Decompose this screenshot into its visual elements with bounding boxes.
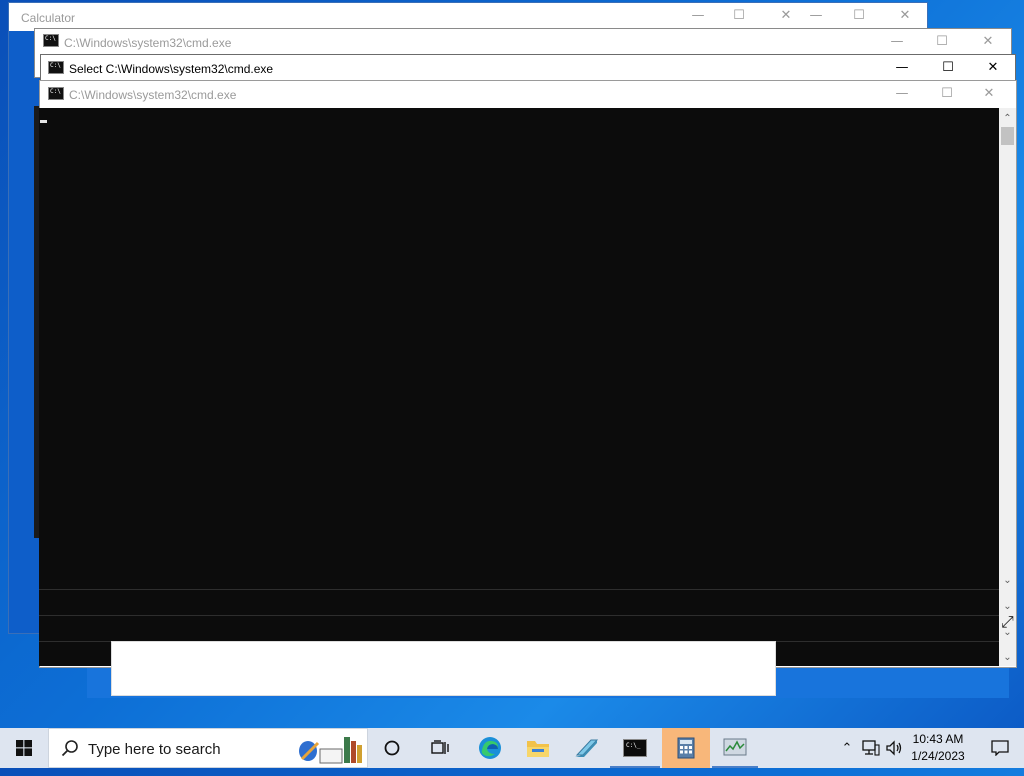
windows-logo-icon [16,740,32,756]
cmd-select-maximize-button[interactable]: ☐ [925,55,971,81]
taskbar: Type here to search C:\_ ⌃ 10:43 AM 1/24… [0,728,1024,768]
cmd-icon [48,61,64,74]
show-hidden-icons-button[interactable]: ⌃ [838,728,856,768]
search-placeholder: Type here to search [88,741,221,758]
console-output-area[interactable] [39,108,999,666]
action-center-button[interactable] [976,728,1024,768]
calculator-taskbar-button[interactable] [662,728,710,768]
cmd-front-close-button[interactable]: ✕ [966,81,1012,107]
chevron-up-icon: ⌃ [841,741,853,756]
cmd-front-title: C:\Windows\system32\cmd.exe [69,88,237,102]
task-view-icon [431,740,449,754]
search-icon [61,740,78,757]
file-explorer-icon [527,741,549,757]
cmd-back-maximize-button[interactable]: ☐ [919,29,965,55]
volume-button[interactable] [884,728,906,768]
cmd-front-maximize-button[interactable]: ☐ [924,81,970,107]
notification-icon [991,740,1009,757]
calculator-titlebar[interactable]: Calculator — ☐ ✕ — ☐ ✕ [9,3,927,31]
calculator-maximize-button[interactable]: ☐ [716,3,762,29]
cmd-select-title: Select C:\Windows\system32\cmd.exe [69,62,274,76]
network-button[interactable] [860,728,882,768]
search-highlight-icon [299,737,362,764]
scroll-up-arrow-icon[interactable]: ⌃ [999,110,1016,127]
calculator-maximize-button-2[interactable]: ☐ [836,3,882,29]
cmd-back-titlebar[interactable]: C:\Windows\system32\cmd.exe — ☐ ✕ [35,29,1011,55]
task-manager-icon [723,738,747,756]
volume-icon [886,740,902,756]
task-view-button[interactable] [416,728,464,768]
scroll-down-arrow-icon[interactable]: ⌄ [999,649,1016,666]
taskbar-search-box[interactable]: Type here to search [48,728,368,768]
edge-icon [479,737,501,759]
cortana-button[interactable] [368,728,416,768]
cmd-icon [48,87,64,100]
task-manager-taskbar-button[interactable] [712,728,758,768]
blank-popup [111,641,776,696]
clock-date: 1/24/2023 [911,749,965,763]
scroll-thumb[interactable] [1001,127,1014,145]
notepad-taskbar-button[interactable] [562,728,610,768]
clock[interactable]: 10:43 AM 1/24/2023 [906,731,970,765]
cmd-taskbar-button[interactable]: C:\_ [610,728,660,768]
notepad-icon [575,739,599,757]
edge-taskbar-button[interactable] [466,728,514,768]
scroll-down-arrow-icon[interactable]: ⌄ [999,572,1016,589]
cmd-back-close-button[interactable]: ✕ [965,29,1011,55]
cmd-back-title: C:\Windows\system32\cmd.exe [64,36,232,50]
cortana-circle-icon [384,740,400,756]
console-scrollbar[interactable]: ⌃ ⌄ ⌄ ⌄ ⌄ [999,108,1016,666]
calculator-minimize-button-2[interactable]: — [793,3,839,29]
file-explorer-taskbar-button[interactable] [514,728,562,768]
calculator-close-button-2[interactable]: ✕ [882,3,928,29]
calculator-minimize-button[interactable]: — [675,3,721,29]
cmd-select-close-button[interactable]: ✕ [970,55,1016,81]
cmd-select-minimize-button[interactable]: — [879,55,925,81]
cmd-front-minimize-button[interactable]: — [879,81,925,107]
cmd-icon [43,34,59,47]
clock-time: 10:43 AM [912,732,964,746]
cmd-select-titlebar[interactable]: Select C:\Windows\system32\cmd.exe — ☐ ✕ [41,55,1015,81]
network-icon [862,740,880,756]
cmd-back-minimize-button[interactable]: — [874,29,920,55]
resize-cursor-icon: ⤢ [1001,612,1014,631]
calculator-title: Calculator [21,11,76,25]
console-separator [39,589,999,590]
start-button[interactable] [0,728,48,768]
cmd-front-titlebar[interactable]: C:\Windows\system32\cmd.exe — ☐ ✕ [40,81,1016,107]
svg-text:C:\_: C:\_ [626,742,641,749]
calculator-icon [677,737,695,759]
cmd-icon: C:\_ [623,739,647,757]
console-cursor [40,120,47,123]
console-separator [39,615,999,616]
